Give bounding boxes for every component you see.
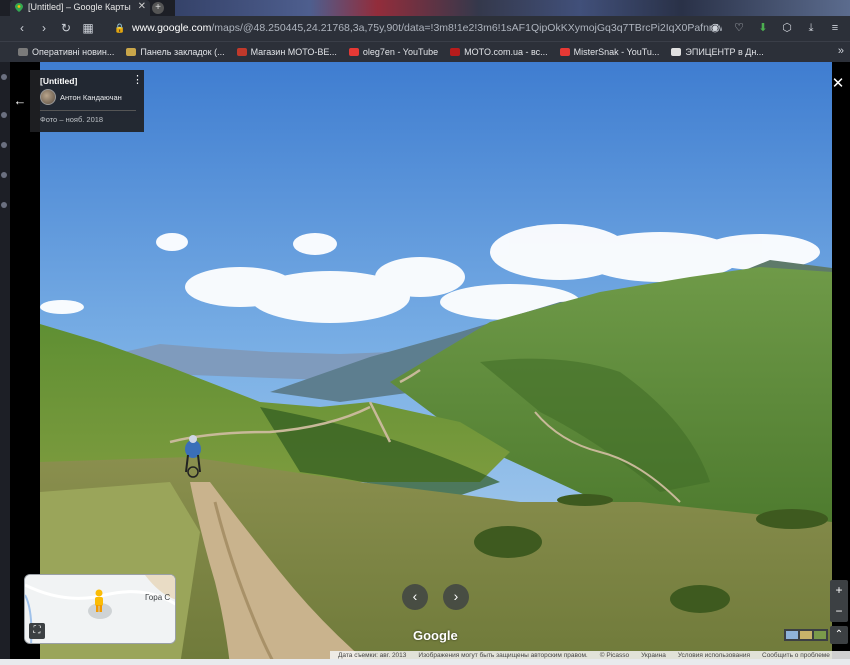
bookmark-item[interactable]: ЭПИЦЕНТР в Дн... [671, 47, 764, 57]
bookmark-label: MOTO.com.ua - вс... [464, 47, 548, 57]
thumbnail[interactable] [800, 631, 812, 639]
zoom-in-button[interactable]: + [830, 580, 848, 601]
photo-author[interactable]: Антон Кандаючан [60, 93, 122, 102]
tabs-overview-button[interactable]: ▦ [80, 20, 96, 36]
sidebar-item[interactable] [1, 172, 7, 178]
photo-info-card: [Untitled] ⋮ Антон Кандаючан Фото – нояб… [30, 70, 144, 132]
google-logo: Google [413, 628, 458, 643]
bookmark-item[interactable]: Оперативні новин... [18, 47, 114, 57]
bookmark-favicon-icon [450, 48, 461, 56]
bookmark-item[interactable]: MisterSnak - YouTu... [559, 47, 660, 57]
bookmark-label: oleg7en - YouTube [362, 47, 439, 57]
bookmark-favicon-icon [18, 48, 28, 56]
street-view-viewer: ← [Untitled] ⋮ Антон Кандаючан Фото – но… [10, 62, 850, 665]
download-arrow-icon[interactable]: ⤓ [804, 20, 818, 36]
url-path: /maps/@48.250445,24.21768,3a,75y,90t/dat… [211, 22, 722, 34]
bookmarks-bar: Оперативні новин... Панель закладок (... М… [0, 41, 850, 62]
window-bottom-border [0, 659, 850, 665]
previous-photo-button[interactable]: ‹ [402, 584, 428, 610]
tab-previews [175, 0, 850, 16]
address-field[interactable]: www.google.com/maps/@48.250445,24.21768,… [132, 19, 722, 38]
address-toolbar: ‹ › ↻ ▦ 🔒 www.google.com/maps/@48.250445… [0, 16, 850, 41]
chevron-up-icon[interactable]: ⌃ [830, 626, 848, 644]
photo-title: [Untitled] [40, 76, 78, 86]
tab-google-maps[interactable]: [Untitled] – Google Карты ✕ [10, 0, 150, 16]
camera-icon[interactable]: ◉ [708, 20, 722, 36]
bookmark-label: Магазин МОТО-ВЕ... [250, 47, 337, 57]
minimap-place-label: Гора С [145, 593, 171, 602]
tab-title: [Untitled] – Google Карты [28, 2, 131, 12]
google-maps-favicon-icon [15, 3, 23, 12]
bookmark-favicon-icon [671, 48, 682, 56]
expand-map-icon[interactable]: ⛶ [29, 623, 45, 639]
bookmark-item[interactable]: Магазин МОТО-ВЕ... [236, 47, 337, 57]
reload-button[interactable]: ↻ [58, 20, 74, 36]
zoom-out-button[interactable]: − [830, 601, 848, 622]
bookmark-favicon-icon [559, 48, 570, 56]
download-icon[interactable]: ⬇ [756, 20, 770, 36]
bookmarks-overflow-icon[interactable]: » [838, 45, 844, 57]
bookmark-favicon-icon [348, 48, 359, 56]
bookmark-favicon-icon [236, 48, 247, 56]
divider [40, 110, 136, 111]
back-button[interactable]: ‹ [14, 20, 30, 36]
back-arrow-icon[interactable]: ← [11, 92, 29, 110]
pegman-icon[interactable] [92, 589, 106, 613]
minimap[interactable]: Гора С ⛶ [24, 574, 176, 644]
sidebar-item[interactable] [1, 74, 7, 80]
photo-date: Фото – нояб. 2018 [40, 115, 104, 124]
heart-icon[interactable]: ♡ [732, 20, 746, 36]
bookmark-item[interactable]: MOTO.com.ua - вс... [450, 47, 548, 57]
new-tab-button[interactable]: + [152, 2, 164, 14]
sidebar [0, 62, 10, 665]
bookmark-label: ЭПИЦЕНТР в Дн... [685, 47, 764, 57]
photo-strip-thumbnails[interactable] [784, 629, 828, 641]
bookmark-item[interactable]: Панель закладок (... [126, 47, 225, 57]
bookmark-label: MisterSnak - YouTu... [573, 47, 660, 57]
more-options-icon[interactable]: ⋮ [132, 75, 143, 86]
bookmark-label: Оперативні новин... [32, 47, 115, 57]
tab-bar: [Untitled] – Google Карты ✕ + [0, 0, 850, 16]
tab-close-icon[interactable]: ✕ [138, 0, 146, 14]
toolbar-icons: ◉ ♡ ⬇ ⬡ ⤓ ≡ [708, 20, 842, 36]
menu-icon[interactable]: ≡ [828, 20, 842, 36]
sidebar-item[interactable] [1, 202, 7, 208]
thumbnail[interactable] [786, 631, 798, 639]
url-host: www.google.com [132, 22, 212, 34]
thumbnail[interactable] [814, 631, 826, 639]
forward-button[interactable]: › [36, 20, 52, 36]
bookmark-favicon-icon [126, 48, 137, 56]
avatar[interactable] [40, 89, 56, 105]
bookmark-label: Панель закладок (... [140, 47, 225, 57]
zoom-control: + − [830, 580, 848, 622]
bookmark-item[interactable]: oleg7en - YouTube [348, 47, 439, 57]
extensions-icon[interactable]: ⬡ [780, 20, 794, 36]
next-photo-button[interactable]: › [443, 584, 469, 610]
close-icon[interactable]: ✕ [830, 76, 846, 92]
sidebar-item[interactable] [1, 112, 7, 118]
screen: [Untitled] – Google Карты ✕ + ‹ › ↻ ▦ 🔒 … [0, 0, 850, 665]
lock-icon: 🔒 [114, 23, 126, 33]
sidebar-item[interactable] [1, 142, 7, 148]
